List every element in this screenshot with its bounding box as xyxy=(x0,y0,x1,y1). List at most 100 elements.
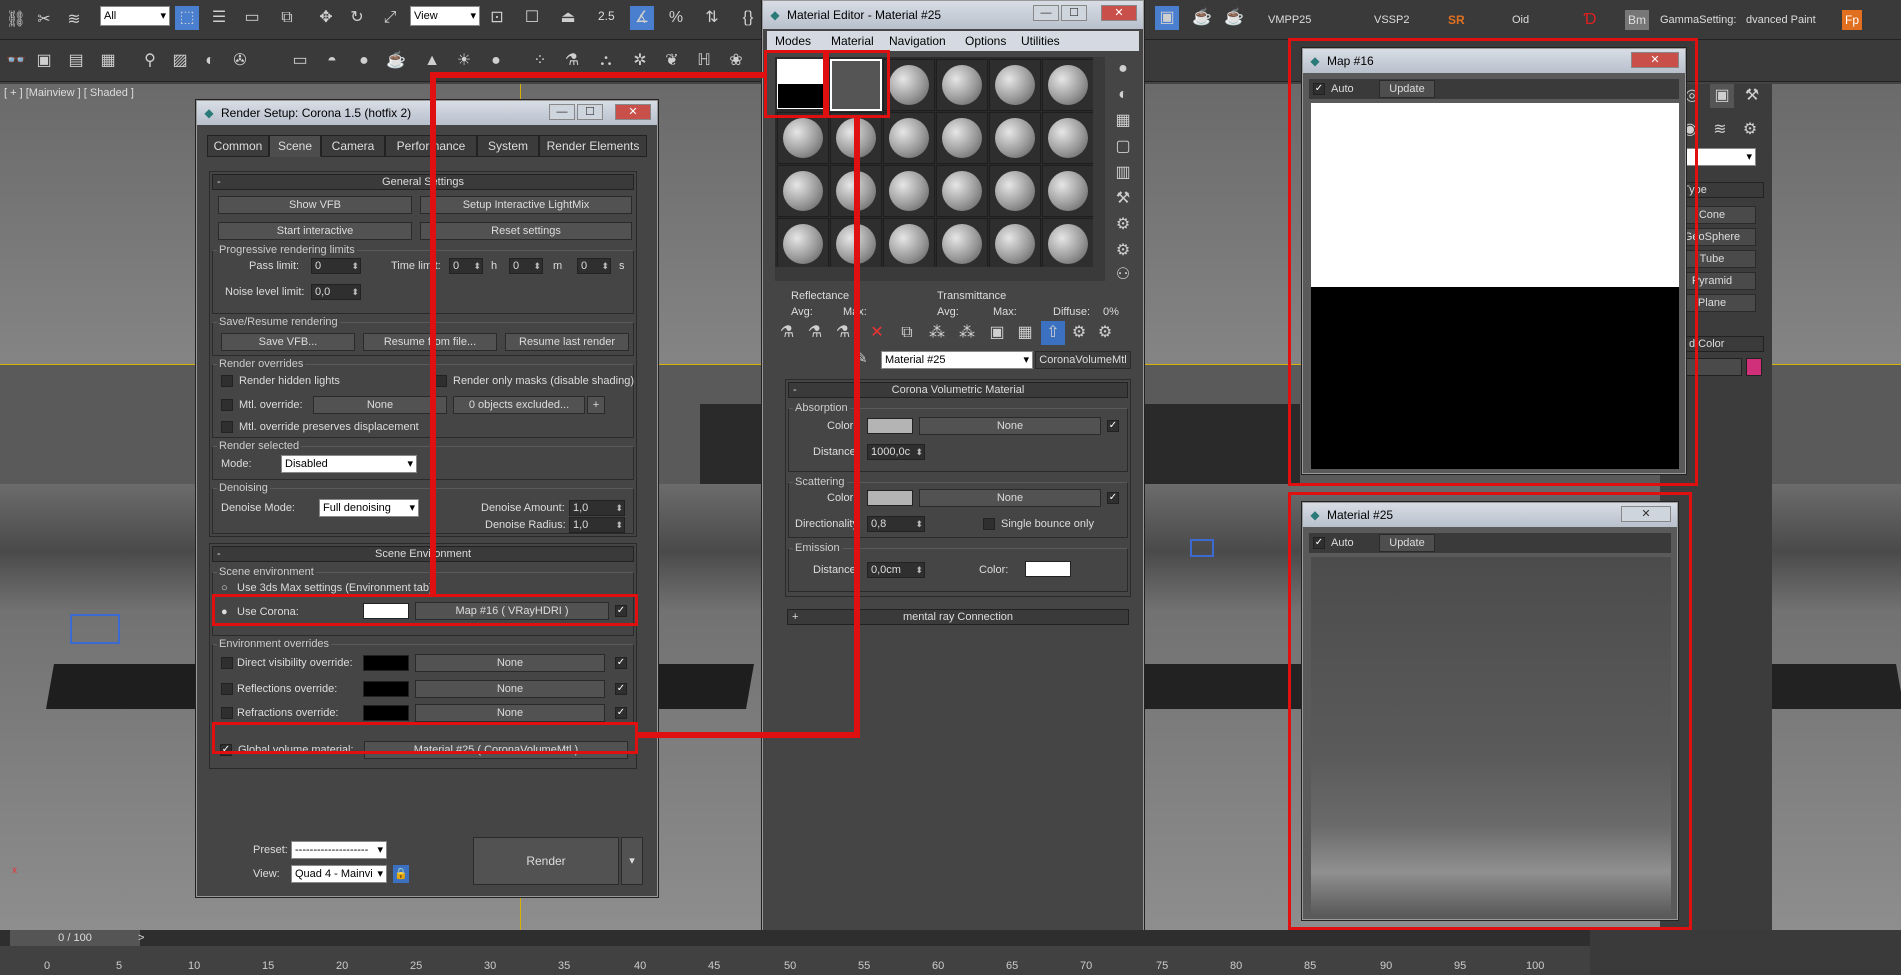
sample-slot[interactable] xyxy=(777,218,829,270)
mat25-update-button[interactable]: Update xyxy=(1379,534,1435,552)
emi-distance-spinner[interactable]: 0,0cm xyxy=(867,562,925,578)
map16-titlebar[interactable]: Map #16 xyxy=(1303,49,1685,73)
denoise-mode-dropdown[interactable]: Full denoising xyxy=(319,499,419,517)
reflections-checkbox[interactable] xyxy=(221,683,233,695)
tab-common[interactable]: Common xyxy=(207,135,269,157)
angle-snap-icon[interactable]: ∡ xyxy=(630,6,654,30)
scatter-icon[interactable]: ⛬ xyxy=(594,49,618,73)
background-icon[interactable]: ▦ xyxy=(1111,109,1135,133)
slots-hscrollbar[interactable] xyxy=(775,267,1105,281)
lock-icon[interactable]: 🔒 xyxy=(393,865,409,883)
next-frame-arrow[interactable]: > xyxy=(138,931,144,945)
reflections-swatch[interactable] xyxy=(363,681,409,697)
scale-icon[interactable]: ⤢ xyxy=(378,6,402,30)
refractions-map-checkbox[interactable]: ✓ xyxy=(615,707,627,719)
reset-map-icon[interactable]: ✕ xyxy=(865,321,889,345)
global-volume-checkbox[interactable]: ✓ xyxy=(220,744,232,756)
sample-slot-material25[interactable] xyxy=(830,59,882,111)
teapot-icon[interactable]: ☕ xyxy=(384,49,408,73)
hemisphere-icon[interactable]: ◓ xyxy=(320,49,344,73)
reset-settings-button[interactable]: Reset settings xyxy=(420,222,632,240)
time-hours-spinner[interactable]: 0 xyxy=(449,258,483,274)
tab-system[interactable]: System xyxy=(477,135,539,157)
denoise-radius-spinner[interactable]: 1,0 xyxy=(569,517,625,533)
ball-icon[interactable]: ● xyxy=(484,49,508,73)
move-icon[interactable]: ✥ xyxy=(314,6,338,30)
sr-button[interactable]: SR xyxy=(1448,10,1465,30)
scene-environment-header[interactable]: - Scene Environment xyxy=(212,546,634,562)
plant-icon[interactable]: ❦ xyxy=(660,49,684,73)
minimize-button[interactable]: — xyxy=(549,104,575,120)
maximize-button[interactable]: ☐ xyxy=(577,104,603,120)
general-settings-header[interactable]: - General Settings xyxy=(212,174,634,190)
select-by-material-icon[interactable]: ⚙ xyxy=(1111,239,1135,263)
sample-slot[interactable] xyxy=(936,218,988,270)
reflections-map-checkbox[interactable]: ✓ xyxy=(615,683,627,695)
advanced-paint-button[interactable]: dvanced Paint xyxy=(1746,10,1816,30)
sample-slot[interactable] xyxy=(883,165,935,217)
pivot-icon[interactable]: ⊡ xyxy=(485,6,509,30)
sample-slot-map16[interactable] xyxy=(777,59,827,109)
layer-icon[interactable]: ▤ xyxy=(64,49,88,73)
light-icon[interactable]: ⚲ xyxy=(138,49,162,73)
abs-color-swatch[interactable] xyxy=(867,418,913,434)
mat25-auto-checkbox[interactable]: ✓ xyxy=(1313,537,1325,549)
me-minimize-button[interactable]: — xyxy=(1033,5,1059,21)
edit-named-selection-icon[interactable]: {} xyxy=(736,6,760,30)
show-end-result-icon[interactable]: ▦ xyxy=(1013,321,1037,345)
show-shaded-icon[interactable]: ▣ xyxy=(985,321,1009,345)
map16-auto-checkbox[interactable]: ✓ xyxy=(1313,83,1325,95)
oid-button[interactable]: Oid xyxy=(1512,10,1529,30)
sample-slot[interactable] xyxy=(1042,59,1094,111)
sample-slot[interactable] xyxy=(777,112,829,164)
glasses-icon[interactable]: 👓 xyxy=(4,49,28,73)
material-id-icon[interactable]: ⁂ xyxy=(955,321,979,345)
bm-button[interactable]: Bm xyxy=(1625,10,1649,30)
volumetric-header[interactable]: - Corona Volumetric Material xyxy=(788,382,1128,398)
gamma-setting-button[interactable]: GammaSetting: xyxy=(1660,10,1736,30)
sample-slot[interactable] xyxy=(1042,165,1094,217)
refractions-map-button[interactable]: None xyxy=(415,704,605,722)
material-map-navigator-icon[interactable]: ⚇ xyxy=(1111,263,1135,287)
map16-close-button[interactable]: ✕ xyxy=(1631,52,1679,68)
corona-env-color-swatch[interactable] xyxy=(363,603,409,619)
render-icon[interactable]: ▨ xyxy=(168,49,192,73)
refractions-swatch[interactable] xyxy=(363,705,409,721)
mtl-override-button[interactable]: None xyxy=(313,396,447,414)
fp-button[interactable]: Fp xyxy=(1842,10,1863,30)
sample-slot[interactable] xyxy=(989,59,1041,111)
objects-excluded-button[interactable]: 0 objects excluded... xyxy=(453,396,585,414)
time-minutes-spinner[interactable]: 0 xyxy=(509,258,543,274)
resume-last-button[interactable]: Resume last render xyxy=(505,333,629,351)
sample-slot[interactable] xyxy=(830,112,882,164)
material-name-field[interactable]: Material #25 xyxy=(881,351,1033,369)
setup-lightmix-button[interactable]: Setup Interactive LightMix xyxy=(420,196,632,214)
time-slider[interactable]: 0 / 100 > xyxy=(0,930,1590,946)
hf-icon[interactable]: ℍ xyxy=(692,49,716,73)
denoise-amount-spinner[interactable]: 1,0 xyxy=(569,500,625,516)
me-close-button[interactable]: ✕ xyxy=(1101,5,1137,21)
globe-icon[interactable]: ✲ xyxy=(628,49,652,73)
menu-options[interactable]: Options xyxy=(965,34,1006,48)
sample-slot[interactable] xyxy=(777,165,829,217)
systems-icon[interactable]: ⚙ xyxy=(1738,118,1762,142)
preserves-disp-checkbox[interactable] xyxy=(221,421,233,433)
display-tab-icon[interactable]: ▣ xyxy=(1710,84,1734,108)
resume-file-button[interactable]: Resume from file... xyxy=(363,333,497,351)
percent-snap-icon[interactable]: % xyxy=(664,6,688,30)
rotate-icon[interactable]: ↻ xyxy=(345,6,369,30)
only-masks-checkbox[interactable] xyxy=(435,375,447,387)
tab-render-elements[interactable]: Render Elements xyxy=(539,135,647,157)
box-icon[interactable]: ▭ xyxy=(288,49,312,73)
abs-map-button[interactable]: None xyxy=(919,417,1101,435)
backlight-icon[interactable]: ◐ xyxy=(1111,83,1135,107)
snap-toggle[interactable]: 2.5 xyxy=(598,6,615,26)
direct-vis-checkbox[interactable] xyxy=(221,657,233,669)
show-vfb-button[interactable]: Show VFB xyxy=(218,196,412,214)
time-seconds-spinner[interactable]: 0 xyxy=(577,258,611,274)
menu-modes[interactable]: Modes xyxy=(775,34,811,48)
uv-tiling-icon[interactable]: ▢ xyxy=(1111,135,1135,159)
hidden-lights-checkbox[interactable] xyxy=(221,375,233,387)
camera-gizmo-right[interactable] xyxy=(1190,539,1214,557)
view-dropdown[interactable]: Quad 4 - Mainvi xyxy=(291,865,387,883)
